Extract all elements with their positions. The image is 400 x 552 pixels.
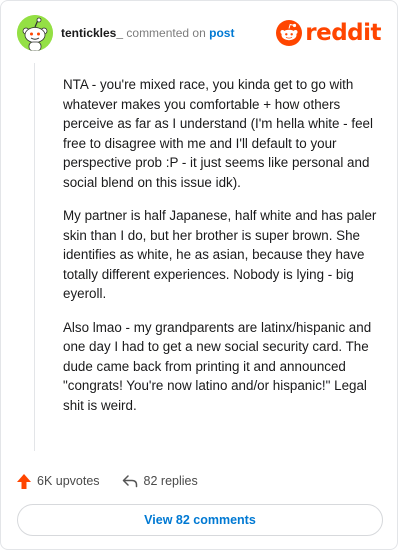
reddit-snoo-icon — [276, 20, 303, 46]
avatar[interactable] — [17, 15, 53, 51]
comment-paragraph: Also lmao - my grandparents are latinx/h… — [63, 319, 372, 413]
reply-arrow-icon — [122, 475, 137, 488]
upvote-button[interactable]: 6K upvotes — [17, 473, 100, 489]
comment-paragraph: NTA - you're mixed race, you kinda get t… — [63, 77, 373, 190]
comment-header: tentickles_ commented on post reddit — [17, 15, 381, 51]
upvote-count: 6K upvotes — [37, 474, 100, 488]
view-comments-button[interactable]: View 82 comments — [17, 504, 383, 536]
comment-body: NTA - you're mixed race, you kinda get t… — [63, 75, 385, 429]
thread-line — [34, 63, 35, 451]
reply-count: 82 replies — [143, 474, 198, 488]
snoo-avatar-icon — [17, 15, 53, 51]
reddit-wordmark: reddit — [305, 20, 381, 46]
comment-actions: 6K upvotes 82 replies — [17, 471, 220, 491]
comment-card: tentickles_ commented on post reddit NTA… — [0, 0, 398, 550]
upvote-arrow-icon — [17, 473, 31, 489]
byline: tentickles_ commented on post — [61, 26, 234, 40]
byline-action-text: commented on — [126, 26, 206, 40]
replies-button[interactable]: 82 replies — [122, 474, 198, 488]
comment-paragraph: My partner is half Japanese, half white … — [63, 208, 377, 301]
reddit-logo[interactable]: reddit — [276, 19, 381, 47]
post-link[interactable]: post — [209, 26, 234, 40]
username-link[interactable]: tentickles_ — [61, 26, 123, 40]
